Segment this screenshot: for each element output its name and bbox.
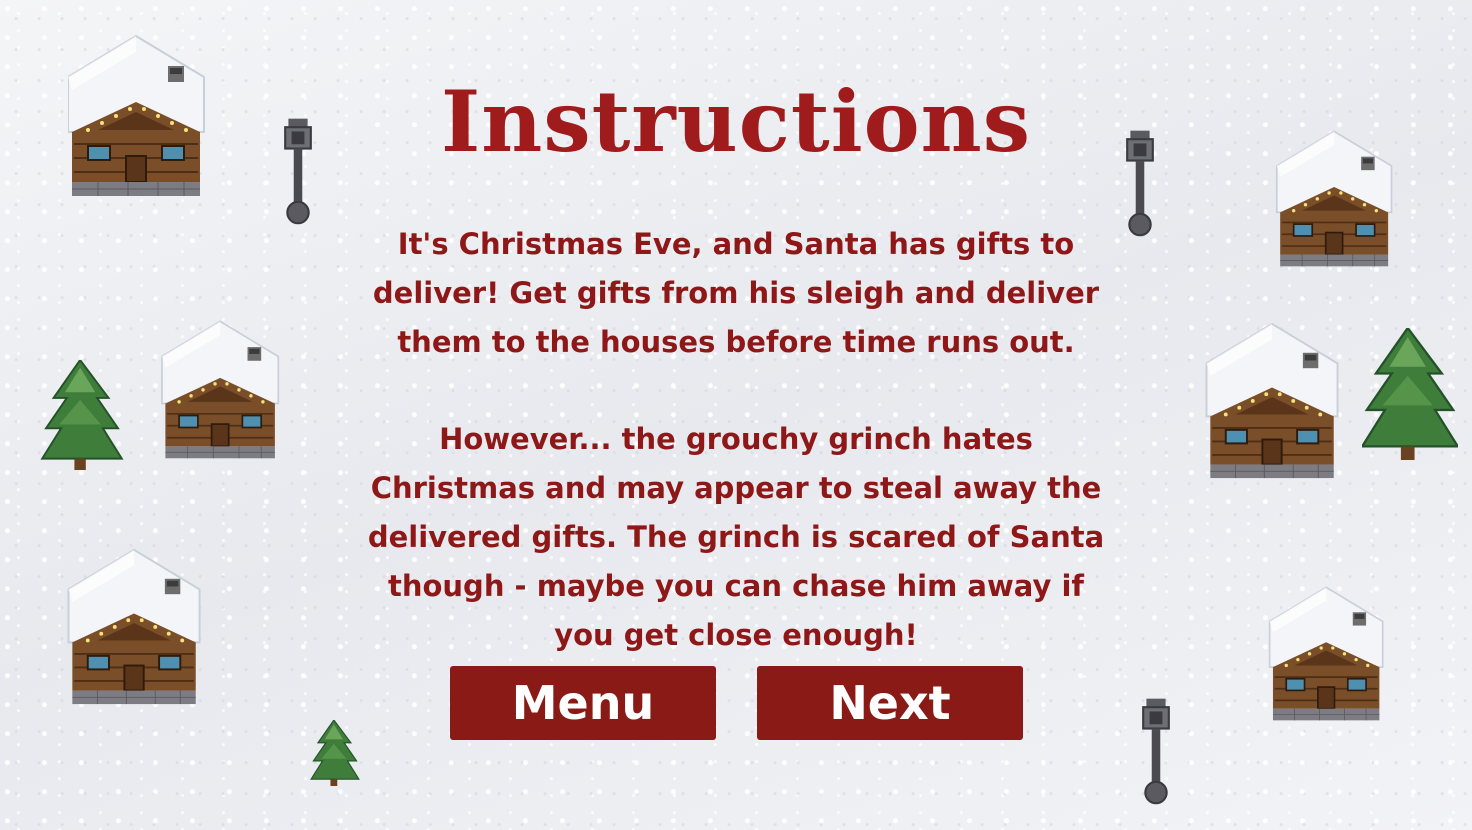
- instructions-paragraph-2: However... the grouchy grinch hates Chri…: [367, 422, 1105, 652]
- snowy-cabin-icon: [1204, 320, 1342, 480]
- snowy-cabin-icon: [152, 318, 290, 460]
- snowy-cabin-icon: [1258, 584, 1396, 722]
- next-button[interactable]: Next: [757, 666, 1023, 740]
- pine-tree-icon: [40, 360, 124, 470]
- snowy-cabin-icon: [66, 546, 204, 706]
- pine-tree-icon: [1362, 328, 1458, 460]
- instructions-paragraph-1: It's Christmas Eve, and Santa has gifts …: [372, 227, 1100, 359]
- street-lamp-icon: [1140, 696, 1172, 808]
- pine-tree-icon: [310, 720, 360, 786]
- page-title: Instructions: [440, 72, 1032, 171]
- menu-button[interactable]: Menu: [450, 666, 716, 740]
